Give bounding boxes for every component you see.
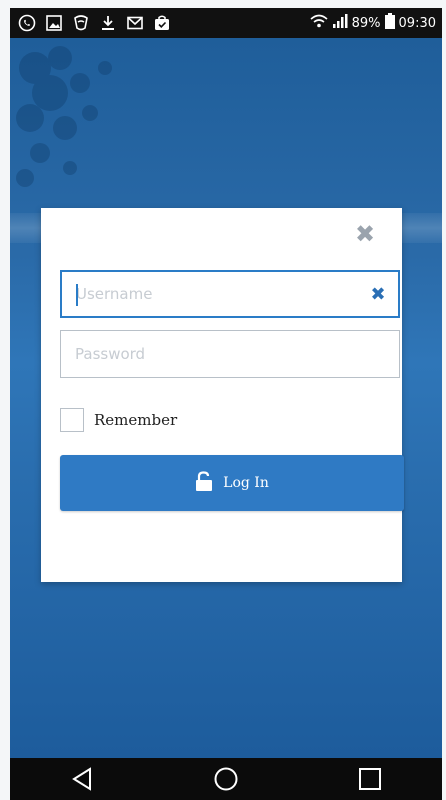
vpn-icon [72,14,90,32]
login-label: Log In [223,475,269,491]
signal-icon [332,13,348,33]
unlock-icon [195,471,213,495]
clock: 09:30 [398,15,436,31]
gmail-icon [126,14,144,32]
phone-screen: 89% 09:30 ✖ ✖ Remember [10,8,442,800]
home-icon[interactable] [206,759,246,799]
text-cursor [76,284,78,306]
battery-icon [384,13,395,33]
status-bar: 89% 09:30 [10,8,442,38]
clear-icon[interactable]: ✖ [368,284,388,305]
remember-checkbox[interactable] [60,408,84,432]
bag-icon [153,14,171,32]
password-input[interactable] [61,331,399,377]
download-icon [99,14,117,32]
whatsapp-icon [18,14,36,32]
image-icon [45,14,63,32]
navigation-bar [10,758,442,800]
battery-percent: 89% [351,15,381,31]
remember-row[interactable]: Remember [60,406,177,434]
back-icon[interactable] [62,759,102,799]
system-status: 89% 09:30 [310,13,436,33]
recents-icon[interactable] [350,759,390,799]
login-button[interactable]: Log In [60,455,404,511]
remember-label: Remember [94,411,178,429]
login-dialog [41,208,402,582]
password-field[interactable] [60,330,400,378]
notification-icons [18,13,171,33]
username-field[interactable]: ✖ [60,270,400,318]
wifi-icon [310,14,328,32]
username-input[interactable] [62,272,398,316]
close-icon[interactable]: ✖ [353,222,377,246]
tree-silhouette [16,46,112,187]
